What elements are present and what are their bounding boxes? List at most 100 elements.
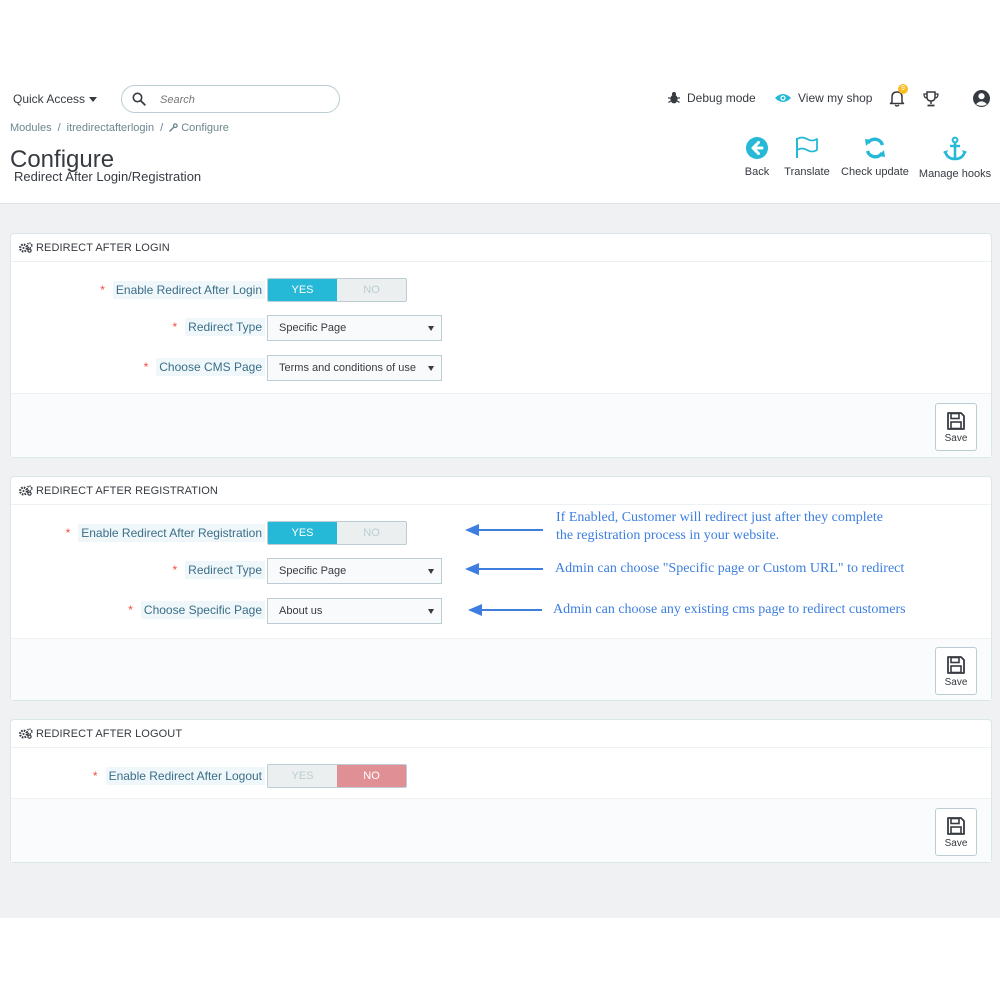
- panel-footer: Save: [11, 638, 991, 700]
- debug-mode-link[interactable]: Debug mode: [667, 91, 756, 105]
- page-toolbar: Back Translate Check update Manage hooks: [734, 136, 994, 180]
- breadcrumb-separator: /: [160, 122, 164, 134]
- search-box[interactable]: [121, 85, 340, 113]
- panel-title: REDIRECT AFTER REGISTRATION: [36, 484, 218, 497]
- select-arrow-icon: [428, 609, 434, 614]
- select-value: Terms and conditions of use: [279, 362, 416, 374]
- view-shop-link[interactable]: View my shop: [774, 91, 872, 105]
- cogs-icon: [19, 728, 33, 739]
- refresh-icon: [865, 137, 885, 159]
- field-label: * Enable Redirect After Logout: [92, 767, 265, 785]
- panel-redirect-after-login: REDIRECT AFTER LOGIN * Enable Redirect Af…: [10, 233, 992, 458]
- select-arrow-icon: [428, 366, 434, 371]
- notifications-button[interactable]: 9: [889, 84, 908, 112]
- top-header: Quick Access Debug mode View my shop: [0, 80, 1000, 118]
- field-label: * Choose Specific Page: [128, 601, 265, 619]
- switch-yes-option[interactable]: YES: [268, 765, 337, 787]
- check-update-button[interactable]: Check update: [834, 136, 916, 180]
- manage-hooks-button[interactable]: Manage hooks: [916, 136, 994, 180]
- breadcrumb: Modules / itredirectafterlogin / Configu…: [10, 122, 229, 134]
- check-update-label: Check update: [841, 166, 909, 178]
- select-value: Specific Page: [279, 322, 347, 334]
- enable-logout-label: Enable Redirect After Logout: [105, 767, 265, 785]
- notification-count-badge: 9: [898, 84, 908, 94]
- save-login-button[interactable]: Save: [935, 403, 977, 451]
- breadcrumb-item-configure: Configure: [169, 122, 229, 134]
- breadcrumb-configure-label: Configure: [181, 122, 229, 134]
- search-input[interactable]: [160, 91, 330, 109]
- switch-no-option[interactable]: NO: [337, 765, 406, 787]
- translate-label: Translate: [784, 166, 830, 178]
- switch-no-option[interactable]: NO: [337, 279, 406, 301]
- enable-registration-label: Enable Redirect After Registration: [78, 524, 265, 542]
- enable-login-switch[interactable]: YES NO: [267, 278, 407, 302]
- quick-access-dropdown[interactable]: Quick Access: [13, 92, 98, 106]
- redirect-type-label: Redirect Type: [185, 561, 265, 579]
- cms-page-select[interactable]: Terms and conditions of use: [267, 355, 442, 381]
- eye-icon: [775, 94, 791, 102]
- panel-title: REDIRECT AFTER LOGIN: [36, 241, 170, 254]
- field-label: * Redirect Type: [173, 318, 265, 336]
- required-asterisk: *: [143, 360, 149, 374]
- panel-heading: REDIRECT AFTER LOGIN: [11, 234, 991, 262]
- panel-redirect-after-logout: REDIRECT AFTER LOGOUT * Enable Redirect A…: [10, 719, 992, 863]
- redirect-type-label: Redirect Type: [185, 318, 265, 336]
- required-asterisk: *: [92, 769, 98, 783]
- cogs-icon: [19, 485, 33, 496]
- redirect-type-select[interactable]: Specific Page: [267, 315, 442, 341]
- form-row-enable-login: * Enable Redirect After Login YES NO: [11, 278, 991, 304]
- quick-access-label: Quick Access: [13, 92, 86, 106]
- save-registration-button[interactable]: Save: [935, 647, 977, 695]
- wrench-icon: [169, 123, 178, 132]
- panel-heading: REDIRECT AFTER REGISTRATION: [11, 477, 991, 505]
- enable-login-label: Enable Redirect After Login: [112, 281, 265, 299]
- redirect-type-select[interactable]: Specific Page: [267, 558, 442, 584]
- field-label: * Enable Redirect After Login: [100, 281, 265, 299]
- save-label: Save: [944, 432, 968, 444]
- breadcrumb-item-module[interactable]: itredirectafterlogin: [67, 122, 154, 134]
- annotation-enable: If Enabled, Customer will redirect just …: [556, 509, 883, 545]
- trophy-button[interactable]: [922, 90, 940, 113]
- floppy-disk-icon: [947, 655, 965, 674]
- cms-page-label: Choose CMS Page: [156, 358, 265, 376]
- page-subtitle: Redirect After Login/Registration: [14, 169, 202, 184]
- switch-yes-option[interactable]: YES: [268, 279, 337, 301]
- specific-page-label: Choose Specific Page: [140, 601, 265, 619]
- enable-logout-switch[interactable]: YES NO: [267, 764, 407, 788]
- required-asterisk: *: [65, 526, 71, 540]
- back-button[interactable]: Back: [734, 136, 780, 180]
- breadcrumb-item-modules[interactable]: Modules: [10, 122, 52, 134]
- panel-footer: Save: [11, 798, 991, 862]
- caret-down-icon: [89, 97, 98, 103]
- search-icon: [132, 92, 146, 106]
- annotation-arrow-enable: [465, 524, 543, 536]
- breadcrumb-separator: /: [57, 122, 61, 134]
- form-row-redirect-type: * Redirect Type Specific Page: [11, 315, 991, 341]
- specific-page-select[interactable]: About us: [267, 598, 442, 624]
- field-label: * Redirect Type: [173, 561, 265, 579]
- trophy-icon: [923, 91, 939, 107]
- field-label: * Choose CMS Page: [143, 358, 265, 376]
- form-row-enable-logout: * Enable Redirect After Logout YES NO: [11, 764, 991, 790]
- account-button[interactable]: [972, 89, 991, 113]
- required-asterisk: *: [128, 603, 133, 617]
- select-value: About us: [279, 605, 323, 617]
- annotation-enable-line1: If Enabled, Customer will redirect just …: [556, 510, 883, 525]
- annotation-arrow-page: [468, 604, 542, 616]
- switch-yes-option[interactable]: YES: [268, 522, 337, 544]
- back-label: Back: [744, 166, 770, 178]
- anchor-icon: [943, 136, 967, 161]
- save-logout-button[interactable]: Save: [935, 808, 977, 856]
- debug-mode-label: Debug mode: [687, 91, 756, 105]
- user-avatar-icon: [973, 90, 990, 107]
- select-arrow-icon: [428, 569, 434, 574]
- panel-footer: Save: [11, 393, 991, 457]
- floppy-disk-icon: [947, 816, 965, 835]
- manage-hooks-label: Manage hooks: [918, 168, 992, 180]
- translate-button[interactable]: Translate: [780, 136, 834, 180]
- save-label: Save: [944, 676, 968, 688]
- enable-registration-switch[interactable]: YES NO: [267, 521, 407, 545]
- switch-no-option[interactable]: NO: [337, 522, 406, 544]
- flag-icon: [796, 136, 818, 158]
- panel-heading: REDIRECT AFTER LOGOUT: [11, 720, 991, 748]
